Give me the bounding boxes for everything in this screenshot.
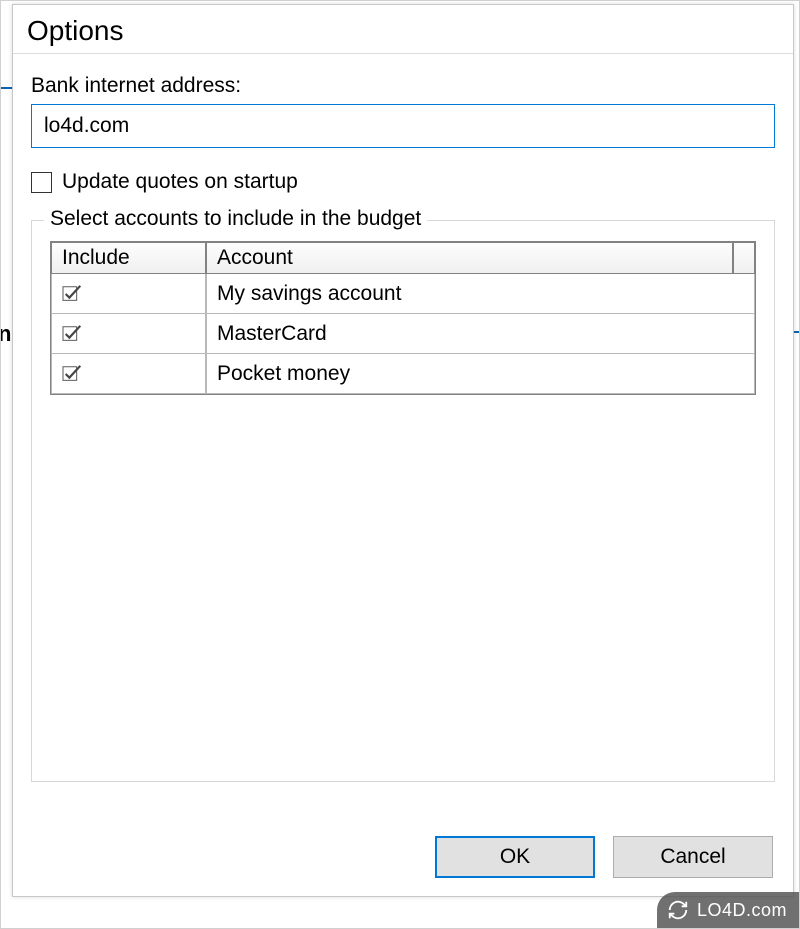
dialog-titlebar[interactable]: Options [13,5,793,54]
include-cell[interactable] [51,274,206,314]
col-header-filler [733,242,755,274]
checkmark-icon[interactable] [62,364,84,384]
include-cell[interactable] [51,314,206,354]
checkmark-icon[interactable] [62,284,84,304]
dialog-title: Options [27,15,779,47]
account-cell[interactable]: My savings account [206,274,755,314]
address-label: Bank internet address: [31,74,775,98]
background-text-fragment: n [0,321,11,347]
update-quotes-checkbox[interactable] [31,172,52,193]
watermark-text: LO4D.com [697,900,787,921]
update-quotes-row[interactable]: Update quotes on startup [31,170,775,194]
table-row[interactable]: Pocket money [51,354,755,394]
checkmark-icon[interactable] [62,324,84,344]
bank-address-input[interactable] [31,104,775,148]
parent-window: n Options Bank internet address: Update … [0,0,800,929]
col-header-account[interactable]: Account [206,242,733,274]
table-row[interactable]: My savings account [51,274,755,314]
table-row[interactable]: MasterCard [51,314,755,354]
cancel-button[interactable]: Cancel [613,836,773,878]
col-header-include[interactable]: Include [51,242,206,274]
account-cell[interactable]: MasterCard [206,314,755,354]
include-cell[interactable] [51,354,206,394]
accounts-table: Include Account My savings accountMaster… [50,241,756,395]
dialog-button-row: OK Cancel [435,836,773,878]
account-cell[interactable]: Pocket money [206,354,755,394]
accounts-groupbox: Select accounts to include in the budget… [31,220,775,782]
refresh-icon [667,899,689,921]
table-body: My savings accountMasterCardPocket money [51,274,755,394]
update-quotes-label: Update quotes on startup [62,170,298,194]
table-header-row: Include Account [51,242,755,274]
accounts-groupbox-legend: Select accounts to include in the budget [44,207,427,231]
ok-button[interactable]: OK [435,836,595,878]
options-dialog: Options Bank internet address: Update qu… [12,4,794,897]
watermark: LO4D.com [657,892,799,928]
dialog-body: Bank internet address: Update quotes on … [13,54,793,782]
